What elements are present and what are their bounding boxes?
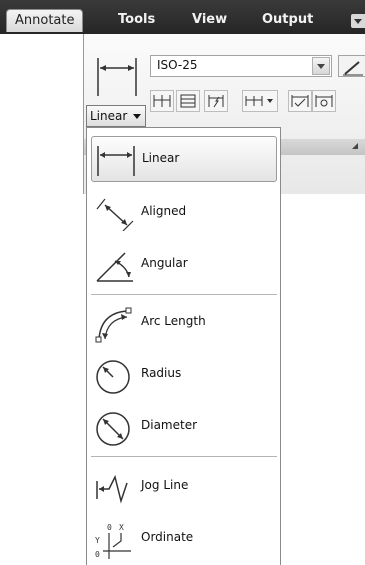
dimension-break-button[interactable] [204, 90, 228, 112]
continue-dropdown-button[interactable] [242, 90, 278, 112]
linear-dimension-large-icon[interactable] [94, 56, 140, 100]
continue-dimension-icon [245, 96, 273, 106]
menu-item-aligned[interactable]: Aligned [91, 190, 277, 236]
dimension-type-dropdown[interactable]: Linear [86, 105, 146, 127]
menu-item-linear[interactable]: Linear [91, 136, 277, 182]
radius-icon [96, 360, 130, 394]
jog-line-icon [96, 474, 128, 504]
quick-dimension-icon [153, 95, 171, 107]
ordinate-icon: 0 X Y 0 [95, 523, 131, 559]
svg-text:0: 0 [107, 523, 112, 532]
svg-text:0: 0 [95, 550, 100, 559]
arc-length-icon [95, 307, 132, 343]
tab-annotate[interactable]: Annotate [6, 9, 84, 32]
dimension-update-button[interactable] [312, 90, 336, 112]
menu-item-ordinate[interactable]: 0 X Y 0 Ordinate [91, 516, 277, 562]
ribbon-tab-bar: Annotate Tools View Output [0, 0, 365, 34]
menu-item-jog-line[interactable]: Jog Line [91, 464, 277, 510]
menu-item-label: Linear [142, 151, 180, 165]
menu-item-label: Diameter [141, 418, 198, 432]
menu-item-angular[interactable]: Angular [91, 242, 277, 288]
dimension-break-icon [208, 95, 224, 108]
chevron-down-icon[interactable] [312, 57, 330, 75]
tab-view[interactable]: View [192, 9, 227, 31]
chevron-down-icon [133, 114, 141, 119]
baseline-dimension-icon [180, 94, 196, 108]
baseline-button[interactable] [176, 90, 200, 112]
dimension-type-menu: Linear Aligned Angular Arc Length Radius… [86, 127, 281, 565]
panel-expand-icon[interactable] [352, 143, 358, 149]
menu-item-label: Radius [141, 366, 182, 380]
menu-item-arc-length[interactable]: Arc Length [91, 300, 277, 346]
paint-brush-icon [343, 61, 363, 76]
adjust-space-icon [291, 95, 309, 107]
menu-separator [91, 456, 277, 457]
dimension-type-label: Linear [90, 109, 128, 123]
menu-item-diameter[interactable]: Diameter [91, 404, 277, 450]
angular-dimension-icon [96, 252, 133, 282]
dimension-space-button[interactable] [288, 90, 312, 112]
menu-separator [91, 294, 277, 295]
aligned-dimension-icon [96, 198, 134, 231]
tab-output[interactable]: Output [262, 9, 313, 31]
quick-dimension-button[interactable] [150, 90, 174, 112]
ribbon-options-button[interactable] [351, 14, 365, 28]
tab-tools[interactable]: Tools [118, 9, 155, 31]
update-dimension-icon [315, 95, 333, 107]
menu-item-label: Ordinate [141, 530, 194, 544]
menu-item-label: Angular [141, 256, 188, 270]
svg-text:Y: Y [95, 536, 100, 545]
menu-item-label: Jog Line [141, 478, 189, 492]
menu-item-label: Aligned [141, 204, 187, 218]
menu-item-radius[interactable]: Radius [91, 352, 277, 398]
dimension-style-value: ISO-25 [157, 58, 198, 72]
diameter-icon [96, 412, 130, 446]
dimension-style-brush-button[interactable] [338, 55, 365, 77]
linear-dimension-icon [97, 146, 135, 176]
menu-item-label: Arc Length [141, 314, 206, 328]
dimension-style-select[interactable]: ISO-25 [150, 55, 332, 77]
svg-text:X: X [119, 523, 124, 532]
